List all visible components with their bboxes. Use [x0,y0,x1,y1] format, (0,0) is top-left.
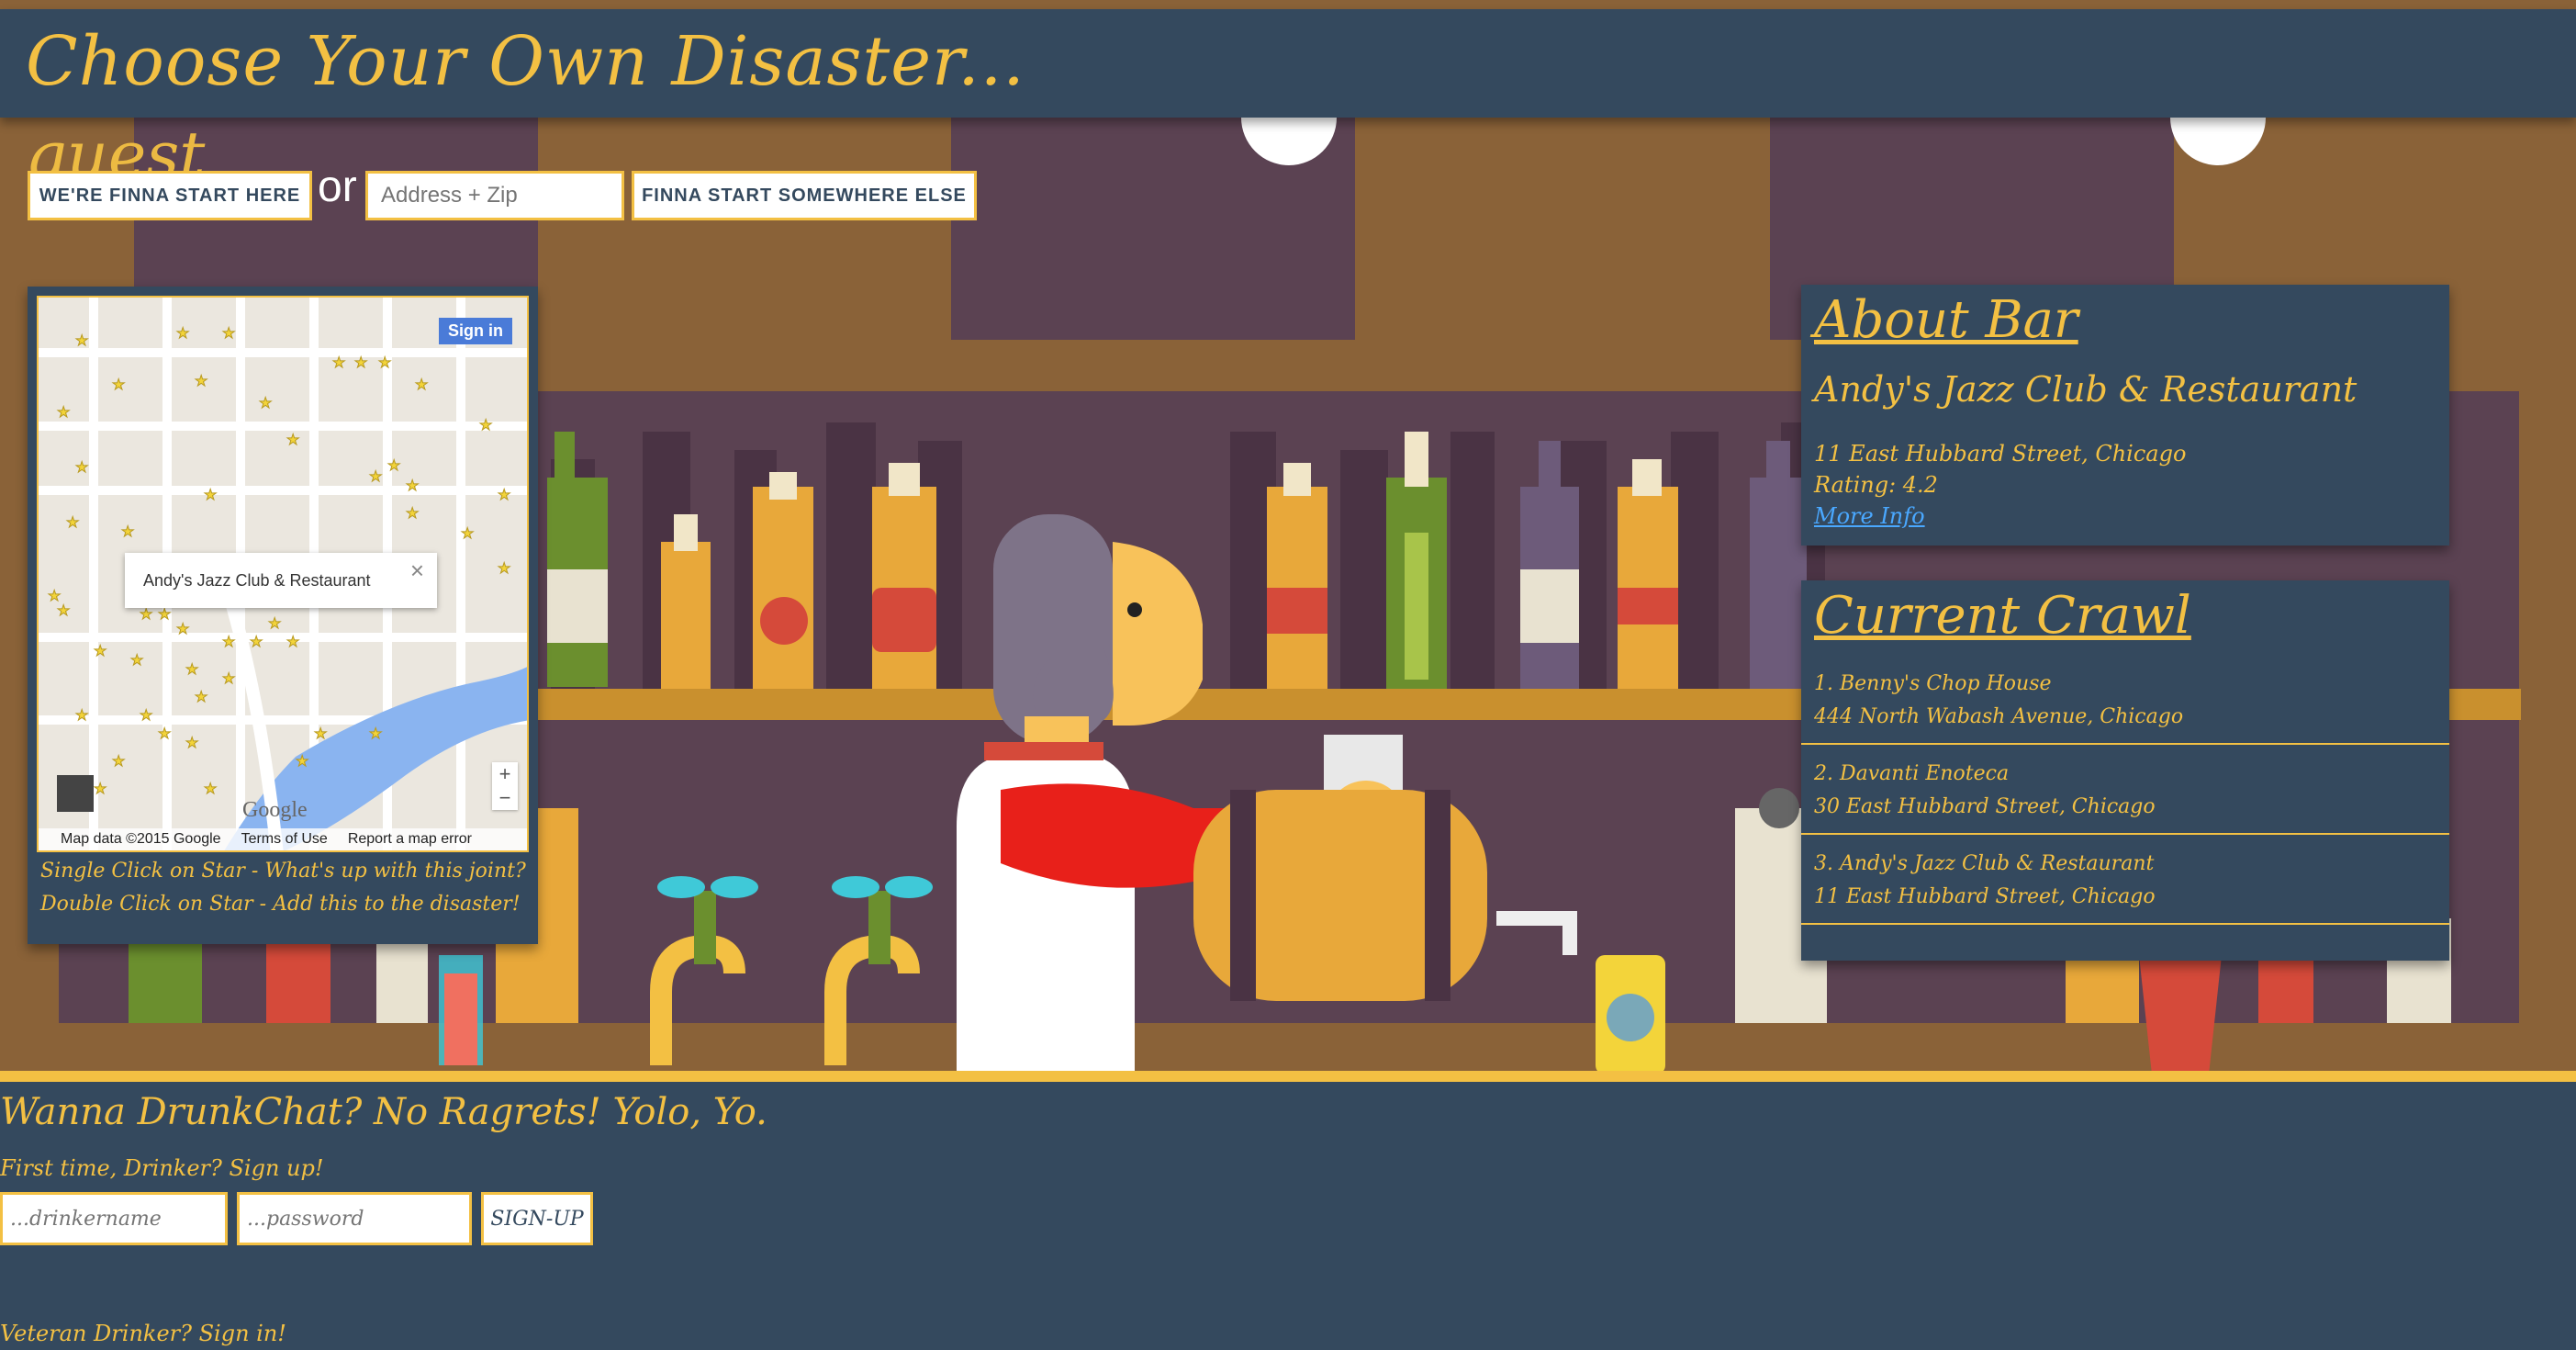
report-error-link[interactable]: Report a map error [348,831,472,848]
svg-text:★: ★ [94,642,106,659]
or-label: or [318,163,357,211]
svg-text:★: ★ [286,633,299,650]
svg-text:★: ★ [250,633,263,650]
svg-text:★: ★ [140,706,152,724]
svg-text:★: ★ [112,752,125,770]
terms-link[interactable]: Terms of Use [241,831,328,848]
password-input[interactable] [237,1192,472,1245]
bar-rating: Rating: 4.2 [1814,472,1938,498]
svg-text:★: ★ [286,431,299,448]
svg-text:★: ★ [158,725,171,742]
crawl-item[interactable]: 2. Davanti Enoteca 30 East Hubbard Stree… [1801,745,2449,835]
svg-text:★: ★ [222,633,235,650]
svg-text:★: ★ [332,354,345,371]
bar-address: 11 East Hubbard Street, Chicago [1814,441,2187,467]
svg-text:★: ★ [498,486,510,503]
about-bar-panel: About Bar Andy's Jazz Club & Restaurant … [1801,285,2449,546]
svg-text:★: ★ [176,324,189,342]
svg-text:★: ★ [94,780,106,797]
crawl-item-address: 11 East Hubbard Street, Chicago [1814,885,2156,908]
svg-text:★: ★ [378,354,391,371]
crawl-item-address: 444 North Wabash Avenue, Chicago [1814,705,2184,728]
header-bar: Choose Your Own Disaster... [0,9,2576,118]
svg-text:★: ★ [479,416,492,433]
svg-text:★: ★ [498,559,510,577]
svg-text:★: ★ [195,688,207,705]
svg-text:★: ★ [185,734,198,751]
map-zoom-control: + − [492,762,518,810]
start-here-button[interactable]: WE'RE FINNA START HERE [28,171,312,220]
svg-text:★: ★ [112,376,125,393]
crawl-item[interactable]: 1. Benny's Chop House 444 North Wabash A… [1801,655,2449,745]
svg-text:★: ★ [406,477,419,494]
google-logo: Google [242,798,308,822]
svg-text:★: ★ [75,706,88,724]
map-attribution: Map data ©2015 Google [61,831,221,847]
svg-text:★: ★ [415,376,428,393]
crawl-item[interactable]: 3. Andy's Jazz Club & Restaurant 11 East… [1801,835,2449,925]
svg-text:★: ★ [204,486,217,503]
crawl-item-address: 30 East Hubbard Street, Chicago [1814,795,2156,818]
zoom-in-button[interactable]: + [492,762,518,786]
svg-text:★: ★ [222,324,235,342]
crawl-item-name: 1. Benny's Chop House [1814,672,2052,695]
single-click-tip: Single Click on Star - What's up with th… [40,860,526,883]
bar-name: Andy's Jazz Club & Restaurant [1814,369,2358,410]
svg-text:★: ★ [406,504,419,522]
current-crawl-panel: Current Crawl 1. Benny's Chop House 444 … [1801,580,2449,961]
svg-text:★: ★ [387,456,400,474]
close-icon[interactable]: × [410,557,424,585]
svg-text:★: ★ [66,513,79,531]
signup-prompt: First time, Drinker? Sign up! [0,1155,324,1181]
more-info-link[interactable]: More Info [1814,503,1925,529]
signup-button[interactable]: SIGN-UP [481,1192,593,1245]
map-attribution-bar: Map data ©2015 Google Terms of Use Repor… [39,828,527,850]
crawl-item-name: 3. Andy's Jazz Club & Restaurant [1814,852,2155,875]
svg-text:★: ★ [268,614,281,632]
crawl-item-name: 2. Davanti Enoteca [1814,762,2010,785]
svg-text:★: ★ [130,651,143,669]
double-click-tip: Double Click on Star - Add this to the d… [40,893,521,916]
svg-text:★: ★ [314,725,327,742]
svg-text:★: ★ [296,752,308,770]
about-bar-heading: About Bar [1814,290,2078,350]
svg-text:★: ★ [204,780,217,797]
svg-text:★: ★ [369,725,382,742]
svg-text:★: ★ [222,669,235,687]
drunkchat-heading: Wanna DrunkChat? No Ragrets! Yolo, Yo. [0,1091,767,1133]
drunkchat-footer: Wanna DrunkChat? No Ragrets! Yolo, Yo. F… [0,1082,2576,1350]
svg-text:★: ★ [57,403,70,421]
map-signin-button[interactable]: Sign in [439,318,512,344]
svg-text:★: ★ [75,458,88,476]
map-panel: ★ ★ ★ ★ ★ ★ ★ ★ ★ ★ ★ ★ ★ ★ ★ ★ ★ ★ ★ ★ ★ ★ ★ ★ ★ ★ ★ ★ ★ ★ ★ ★ … [28,287,538,944]
address-input[interactable] [365,171,624,220]
page-title: Choose Your Own Disaster... [26,22,1025,101]
popup-title: Andy's Jazz Club & Restaurant [143,570,371,590]
svg-text:★: ★ [369,467,382,485]
svg-text:★: ★ [259,394,272,411]
start-elsewhere-button[interactable]: FINNA START SOMEWHERE ELSE [632,171,977,220]
map[interactable]: ★ ★ ★ ★ ★ ★ ★ ★ ★ ★ ★ ★ ★ ★ ★ ★ ★ ★ ★ ★ ★ ★ ★ ★ ★ ★ ★ ★ ★ ★ ★ ★ … [37,296,529,852]
svg-text:★: ★ [461,524,474,542]
current-crawl-heading: Current Crawl [1814,586,2191,646]
signin-prompt: Veteran Drinker? Sign in! [0,1321,286,1346]
zoom-out-button[interactable]: − [492,786,518,810]
svg-text:★: ★ [57,602,70,619]
svg-text:★: ★ [176,620,189,637]
map-info-popup: Andy's Jazz Club & Restaurant × [125,553,437,608]
svg-text:★: ★ [75,332,88,349]
svg-text:★: ★ [185,660,198,678]
drinkername-input[interactable] [0,1192,228,1245]
svg-text:★: ★ [121,523,134,540]
svg-text:★: ★ [195,372,207,389]
svg-text:★: ★ [354,354,367,371]
